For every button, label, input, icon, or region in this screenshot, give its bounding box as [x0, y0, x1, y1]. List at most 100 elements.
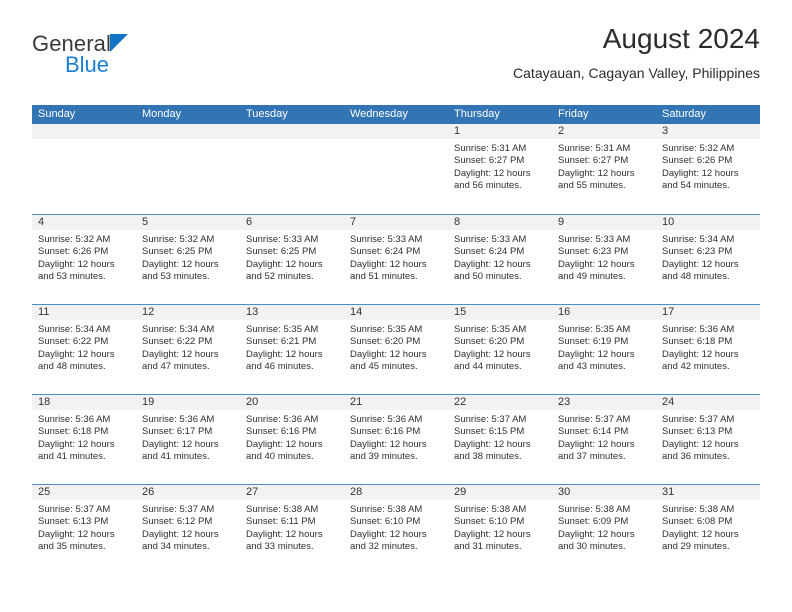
calendar-day-cell[interactable]: 17 Sunrise: 5:36 AM Sunset: 6:18 PM Dayligh… — [656, 305, 760, 394]
weekday-header-thursday: Thursday — [454, 108, 500, 120]
daylight-duration-line1: Daylight: 12 hours — [454, 528, 531, 540]
day-sun-info: Sunrise: 5:32 AM Sunset: 6:26 PM Daylight:… — [656, 139, 760, 193]
calendar-day-cell[interactable]: 8 Sunrise: 5:33 AM Sunset: 6:24 PM Daylight… — [448, 215, 552, 304]
sunrise-time: Sunrise: 5:33 AM — [454, 234, 527, 245]
day-number: 3 — [656, 124, 760, 139]
calendar-day-cell[interactable]: 20 Sunrise: 5:36 AM Sunset: 6:16 PM Dayligh… — [240, 395, 344, 484]
day-number: 17 — [656, 305, 760, 320]
day-sun-info: Sunrise: 5:33 AM Sunset: 6:23 PM Daylight:… — [552, 230, 656, 284]
calendar-day-cell[interactable]: 18 Sunrise: 5:36 AM Sunset: 6:18 PM Dayligh… — [32, 395, 136, 484]
daylight-duration-line2: and 48 minutes. — [662, 271, 730, 283]
weekday-header-row: Sunday Monday Tuesday Wednesday Thursday Frid… — [32, 105, 760, 124]
calendar-day-cell[interactable]: 2 Sunrise: 5:31 AM Sunset: 6:27 PM Daylight… — [552, 124, 656, 214]
sunrise-time: Sunrise: 5:38 AM — [454, 504, 527, 515]
calendar-day-cell-empty — [32, 124, 136, 214]
calendar-day-cell[interactable]: 10 Sunrise: 5:34 AM Sunset: 6:23 PM Dayligh… — [656, 215, 760, 304]
sunrise-time: Sunrise: 5:33 AM — [350, 234, 423, 245]
calendar-day-cell[interactable]: 15 Sunrise: 5:35 AM Sunset: 6:20 PM Dayligh… — [448, 305, 552, 394]
daylight-duration-line2: and 29 minutes. — [662, 541, 730, 553]
sunrise-time: Sunrise: 5:31 AM — [454, 143, 527, 154]
day-number: 4 — [32, 215, 136, 230]
day-sun-info: Sunrise: 5:32 AM Sunset: 6:26 PM Daylight:… — [32, 230, 136, 284]
day-number: 6 — [240, 215, 344, 230]
calendar-day-cell[interactable]: 29 Sunrise: 5:38 AM Sunset: 6:10 PM Dayligh… — [448, 485, 552, 574]
daylight-duration-line2: and 35 minutes. — [38, 541, 106, 553]
day-number: 12 — [136, 305, 240, 320]
calendar-day-cell[interactable]: 25 Sunrise: 5:37 AM Sunset: 6:13 PM Dayligh… — [32, 485, 136, 574]
daylight-duration-line2: and 47 minutes. — [142, 361, 210, 373]
calendar-day-cell[interactable]: 28 Sunrise: 5:38 AM Sunset: 6:10 PM Dayligh… — [344, 485, 448, 574]
day-sun-info: Sunrise: 5:36 AM Sunset: 6:18 PM Daylight:… — [32, 410, 136, 464]
sunset-time: Sunset: 6:10 PM — [350, 516, 421, 528]
daylight-duration-line2: and 36 minutes. — [662, 451, 730, 463]
calendar-day-cell[interactable]: 24 Sunrise: 5:37 AM Sunset: 6:13 PM Dayligh… — [656, 395, 760, 484]
day-sun-info: Sunrise: 5:35 AM Sunset: 6:21 PM Daylight:… — [240, 320, 344, 374]
daylight-duration-line1: Daylight: 12 hours — [38, 258, 115, 270]
daylight-duration-line2: and 39 minutes. — [350, 451, 418, 463]
calendar-day-cell[interactable]: 7 Sunrise: 5:33 AM Sunset: 6:24 PM Daylight… — [344, 215, 448, 304]
day-sun-info: Sunrise: 5:37 AM Sunset: 6:15 PM Daylight:… — [448, 410, 552, 464]
sunset-time: Sunset: 6:14 PM — [558, 426, 629, 438]
calendar-day-cell[interactable]: 11 Sunrise: 5:34 AM Sunset: 6:22 PM Dayligh… — [32, 305, 136, 394]
day-number: 10 — [656, 215, 760, 230]
daylight-duration-line1: Daylight: 12 hours — [142, 258, 219, 270]
page-subtitle-location: Catayauan, Cagayan Valley, Philippines — [513, 65, 760, 81]
daylight-duration-line2: and 52 minutes. — [246, 271, 314, 283]
page-title: August 2024 — [602, 23, 760, 54]
daylight-duration-line2: and 45 minutes. — [350, 361, 418, 373]
calendar-day-cell[interactable]: 21 Sunrise: 5:36 AM Sunset: 6:16 PM Dayligh… — [344, 395, 448, 484]
daylight-duration-line1: Daylight: 12 hours — [662, 167, 739, 179]
calendar-day-cell[interactable]: 5 Sunrise: 5:32 AM Sunset: 6:25 PM Daylight… — [136, 215, 240, 304]
calendar-day-cell[interactable]: 14 Sunrise: 5:35 AM Sunset: 6:20 PM Dayligh… — [344, 305, 448, 394]
sunset-time: Sunset: 6:23 PM — [558, 246, 629, 258]
calendar-day-cell[interactable]: 23 Sunrise: 5:37 AM Sunset: 6:14 PM Dayligh… — [552, 395, 656, 484]
daylight-duration-line1: Daylight: 12 hours — [246, 348, 323, 360]
weekday-header-friday: Friday — [558, 108, 589, 120]
sunrise-time: Sunrise: 5:32 AM — [142, 234, 215, 245]
calendar-day-cell[interactable]: 27 Sunrise: 5:38 AM Sunset: 6:11 PM Dayligh… — [240, 485, 344, 574]
calendar-day-cell[interactable]: 16 Sunrise: 5:35 AM Sunset: 6:19 PM Dayligh… — [552, 305, 656, 394]
sunset-time: Sunset: 6:11 PM — [246, 516, 316, 528]
sunset-time: Sunset: 6:21 PM — [246, 336, 317, 348]
calendar-day-cell[interactable]: 1 Sunrise: 5:31 AM Sunset: 6:27 PM Daylight… — [448, 124, 552, 214]
sunset-time: Sunset: 6:23 PM — [662, 246, 733, 258]
daylight-duration-line1: Daylight: 12 hours — [350, 528, 427, 540]
day-number: 31 — [656, 485, 760, 500]
sunrise-time: Sunrise: 5:37 AM — [662, 414, 735, 425]
sunset-time: Sunset: 6:18 PM — [38, 426, 109, 438]
day-sun-info: Sunrise: 5:33 AM Sunset: 6:25 PM Daylight:… — [240, 230, 344, 284]
daylight-duration-line2: and 55 minutes. — [558, 180, 626, 192]
day-number — [344, 124, 448, 139]
calendar-day-cell[interactable]: 30 Sunrise: 5:38 AM Sunset: 6:09 PM Dayligh… — [552, 485, 656, 574]
sunrise-time: Sunrise: 5:36 AM — [38, 414, 111, 425]
daylight-duration-line1: Daylight: 12 hours — [558, 438, 635, 450]
calendar-weeks: 1 Sunrise: 5:31 AM Sunset: 6:27 PM Daylight… — [32, 124, 760, 574]
calendar-day-cell[interactable]: 9 Sunrise: 5:33 AM Sunset: 6:23 PM Daylight… — [552, 215, 656, 304]
sunset-time: Sunset: 6:16 PM — [246, 426, 317, 438]
daylight-duration-line2: and 41 minutes. — [142, 451, 210, 463]
calendar-day-cell[interactable]: 31 Sunrise: 5:38 AM Sunset: 6:08 PM Dayligh… — [656, 485, 760, 574]
day-number: 24 — [656, 395, 760, 410]
day-number: 28 — [344, 485, 448, 500]
day-number: 16 — [552, 305, 656, 320]
daylight-duration-line2: and 48 minutes. — [38, 361, 106, 373]
daylight-duration-line1: Daylight: 12 hours — [350, 438, 427, 450]
daylight-duration-line2: and 53 minutes. — [38, 271, 106, 283]
daylight-duration-line2: and 50 minutes. — [454, 271, 522, 283]
calendar-day-cell[interactable]: 19 Sunrise: 5:36 AM Sunset: 6:17 PM Dayligh… — [136, 395, 240, 484]
daylight-duration-line1: Daylight: 12 hours — [38, 348, 115, 360]
calendar-day-cell[interactable]: 13 Sunrise: 5:35 AM Sunset: 6:21 PM Dayligh… — [240, 305, 344, 394]
calendar-day-cell[interactable]: 12 Sunrise: 5:34 AM Sunset: 6:22 PM Dayligh… — [136, 305, 240, 394]
weekday-header-sunday: Sunday — [38, 108, 76, 120]
calendar-day-cell[interactable]: 22 Sunrise: 5:37 AM Sunset: 6:15 PM Dayligh… — [448, 395, 552, 484]
sunset-time: Sunset: 6:27 PM — [454, 155, 525, 167]
daylight-duration-line1: Daylight: 12 hours — [246, 258, 323, 270]
calendar-day-cell[interactable]: 26 Sunrise: 5:37 AM Sunset: 6:12 PM Dayligh… — [136, 485, 240, 574]
sunset-time: Sunset: 6:26 PM — [38, 246, 109, 258]
day-number: 11 — [32, 305, 136, 320]
daylight-duration-line2: and 46 minutes. — [246, 361, 314, 373]
calendar-day-cell[interactable]: 4 Sunrise: 5:32 AM Sunset: 6:26 PM Daylight… — [32, 215, 136, 304]
calendar-day-cell[interactable]: 6 Sunrise: 5:33 AM Sunset: 6:25 PM Daylight… — [240, 215, 344, 304]
daylight-duration-line1: Daylight: 12 hours — [558, 528, 635, 540]
calendar-day-cell[interactable]: 3 Sunrise: 5:32 AM Sunset: 6:26 PM Daylight… — [656, 124, 760, 214]
